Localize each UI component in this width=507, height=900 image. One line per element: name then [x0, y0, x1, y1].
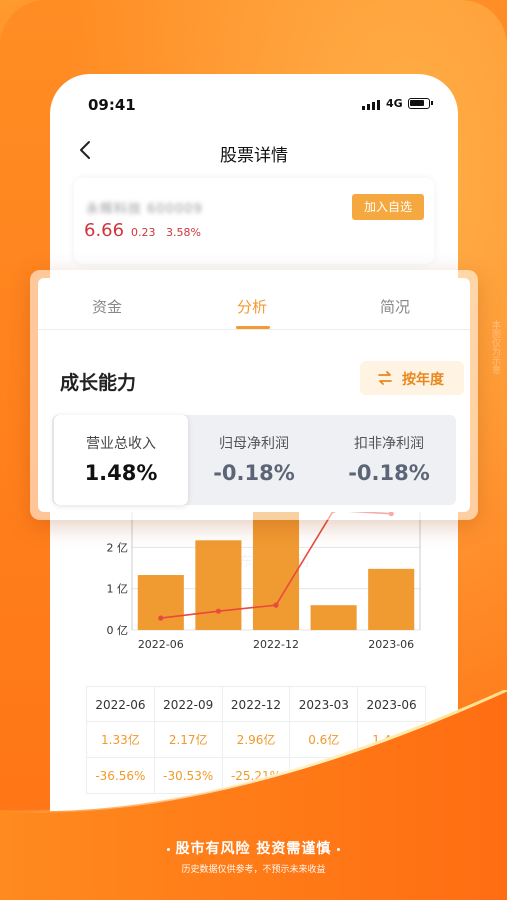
- y-tick-label: 2 亿: [107, 541, 129, 554]
- metric-net-profit[interactable]: 归母净利润 -0.18%: [187, 415, 321, 505]
- bar: [368, 568, 415, 630]
- metric-name: 营业总收入: [86, 436, 156, 452]
- metric-name: 扣非净利润: [354, 436, 424, 452]
- period-toggle-button[interactable]: 按年度: [360, 361, 464, 395]
- status-bar: 09:41 4G: [50, 74, 458, 130]
- disclaimer: 历史数据仅供参考，不预示未来收益: [181, 865, 326, 875]
- stock-name: 永辉科技 600009: [86, 202, 203, 217]
- period-label: 按年度: [402, 372, 444, 388]
- add-watchlist-button[interactable]: 加入自选: [352, 194, 424, 220]
- dot-icon: [166, 847, 170, 851]
- x-tick-label: 2022-12: [253, 638, 299, 651]
- bar: [252, 507, 300, 630]
- risk-warning-text: 股市有风险 投资需谨慎: [175, 841, 332, 857]
- stock-change: 0.23: [131, 226, 156, 239]
- metrics-selector: 营业总收入 1.48% 归母净利润 -0.18% 扣非净利润 -0.18%: [52, 415, 456, 505]
- tab-underline: [236, 326, 270, 329]
- dot-icon: [337, 847, 341, 851]
- stock-summary-card: 永辉科技 600009 6.66 0.23 3.58% 加入自选: [74, 178, 434, 264]
- line-point: [273, 602, 279, 608]
- metric-deducted-profit[interactable]: 扣非净利润 -0.18%: [322, 415, 456, 505]
- side-note: 本图仅为示意: [490, 320, 500, 374]
- metric-value: 1.48%: [84, 461, 158, 485]
- x-tick-label: 2023-06: [368, 638, 414, 651]
- tab-profile[interactable]: 简况: [380, 296, 410, 317]
- analysis-panel: 资金 分析 简况 成长能力 按年度 营业总收入 1.48% 归母净利润 -0.1…: [30, 270, 478, 520]
- risk-warning: 股市有风险 投资需谨慎: [0, 838, 507, 858]
- metric-value: -0.18%: [348, 461, 430, 485]
- line-point: [215, 608, 221, 614]
- metric-name: 归母净利润: [219, 436, 289, 452]
- stock-change-pct: 3.58%: [166, 226, 201, 239]
- metric-revenue[interactable]: 营业总收入 1.48%: [54, 415, 188, 505]
- bar: [137, 575, 184, 630]
- section-title: 成长能力: [60, 372, 137, 394]
- battery-icon: [408, 98, 433, 109]
- signal-icon: [362, 100, 380, 110]
- y-tick-label: 1 亿: [107, 583, 129, 596]
- x-tick-label: 2022-06: [138, 638, 184, 651]
- bar-line-chart: 0 亿1 亿2 亿3 亿东方财富网2022-062022-122023-06: [107, 500, 421, 651]
- swap-icon: [378, 371, 392, 385]
- bar: [310, 605, 357, 630]
- tab-bar: 资金 分析 简况: [38, 278, 470, 330]
- tab-funds[interactable]: 资金: [92, 296, 122, 317]
- tab-analysis[interactable]: 分析: [237, 296, 267, 317]
- page-title: 股票详情: [220, 146, 288, 166]
- line-point: [158, 615, 164, 621]
- status-time: 09:41: [88, 96, 136, 114]
- stock-price: 6.66: [84, 220, 125, 241]
- navbar: 股票详情: [50, 130, 458, 174]
- network-label: 4G: [386, 97, 403, 110]
- y-tick-label: 0 亿: [107, 624, 129, 637]
- bar: [195, 540, 242, 630]
- metric-value: -0.18%: [213, 461, 295, 485]
